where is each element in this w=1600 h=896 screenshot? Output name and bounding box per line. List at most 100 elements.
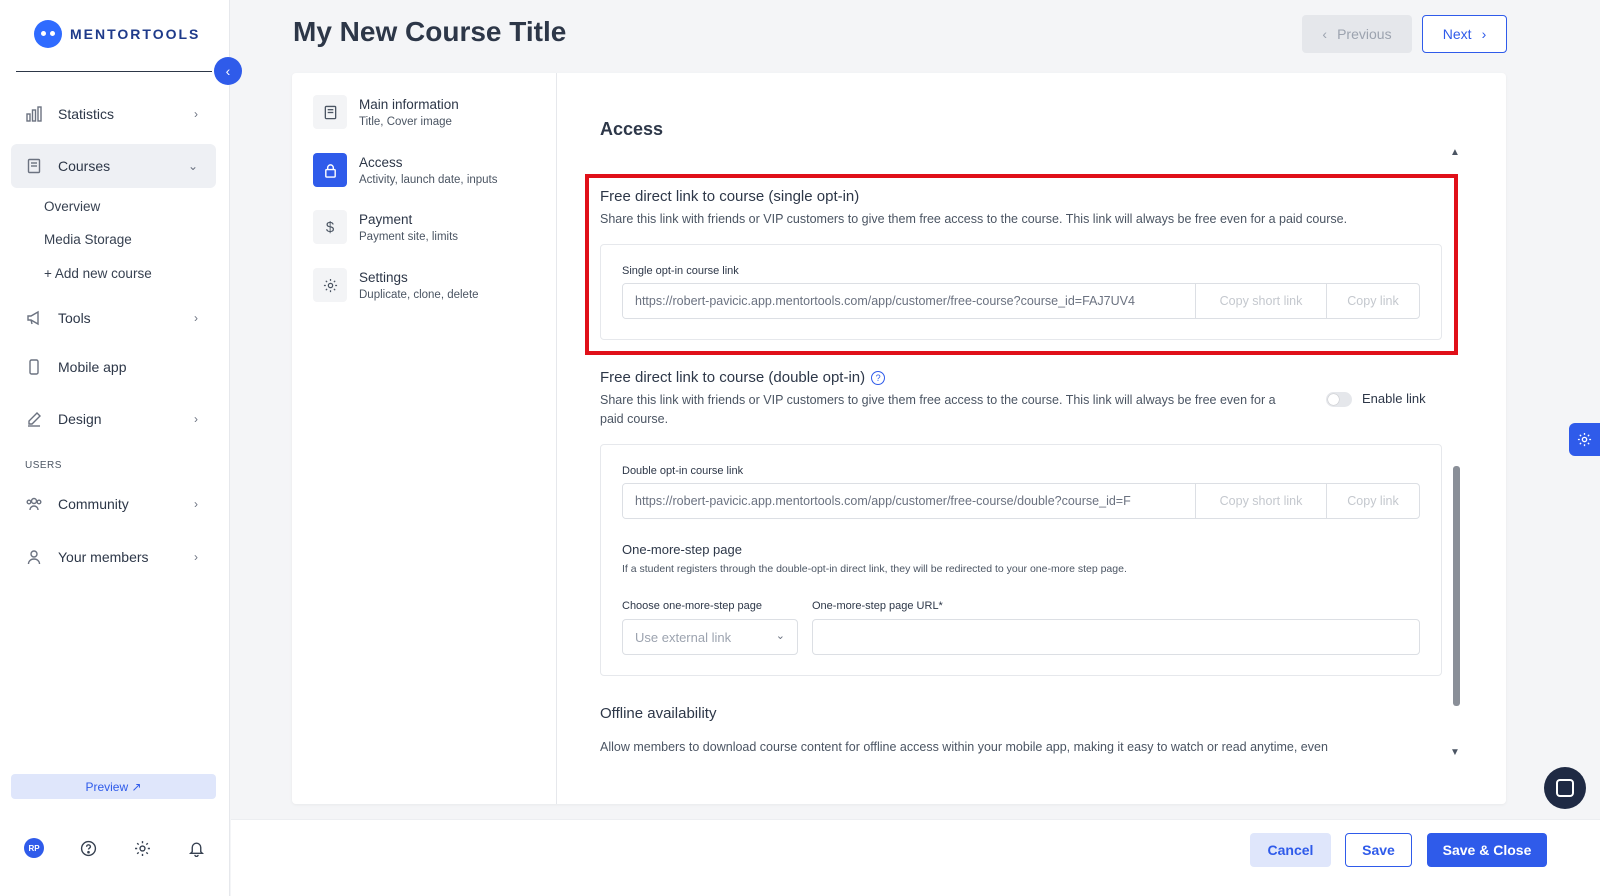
avatar[interactable]: RP xyxy=(24,838,44,858)
gear-icon xyxy=(313,268,347,302)
chevron-right-icon: › xyxy=(194,412,198,426)
step-title: Main information xyxy=(359,97,459,112)
bell-icon[interactable] xyxy=(186,838,206,858)
double-optin-link-group: https://robert-pavicic.app.mentortools.c… xyxy=(622,483,1420,519)
one-more-step-select[interactable]: Use external link ⌄ xyxy=(622,619,798,655)
sidebar-subitem-media-storage[interactable]: Media Storage xyxy=(44,232,132,247)
section-label-users: USERS xyxy=(25,460,62,471)
next-label: Next xyxy=(1442,26,1472,42)
sidebar-item-label: Design xyxy=(58,411,102,427)
save-close-button[interactable]: Save & Close xyxy=(1427,833,1547,867)
select-value: Use external link xyxy=(635,629,732,645)
one-more-step-url-input[interactable] xyxy=(812,619,1420,655)
brand-logo[interactable]: MENTORTOOLS xyxy=(34,20,200,48)
step-navigation: Main information Title, Cover image Acce… xyxy=(292,73,557,804)
next-button[interactable]: Next › xyxy=(1422,15,1507,53)
bar-chart-icon xyxy=(25,105,43,123)
page-url-label: One-more-step page URL* xyxy=(812,600,943,612)
sidebar-item-label: Community xyxy=(58,496,129,512)
previous-label: Previous xyxy=(1337,26,1392,42)
step-settings[interactable]: Settings Duplicate, clone, delete xyxy=(313,268,479,302)
sidebar-subitem-add-course[interactable]: + Add new course xyxy=(44,266,152,281)
chevron-right-icon: › xyxy=(194,107,198,121)
people-icon xyxy=(25,495,43,513)
step-subtitle: Duplicate, clone, delete xyxy=(359,289,479,301)
sidebar: MENTORTOOLS Statistics › Courses ⌄ Overv… xyxy=(0,0,230,896)
chevron-right-icon: › xyxy=(194,497,198,511)
book-icon xyxy=(313,95,347,129)
step-subtitle: Activity, launch date, inputs xyxy=(359,174,498,186)
enable-link-label: Enable link xyxy=(1362,391,1426,406)
dollar-icon: $ xyxy=(313,210,347,244)
step-subtitle: Payment site, limits xyxy=(359,231,459,243)
double-optin-description: Share this link with friends or VIP cust… xyxy=(600,393,1276,426)
sidebar-item-design[interactable]: Design › xyxy=(11,397,216,441)
enable-link-toggle[interactable] xyxy=(1326,392,1352,407)
sidebar-item-community[interactable]: Community › xyxy=(11,482,216,526)
lock-icon xyxy=(313,153,347,187)
scroll-up-icon[interactable]: ▲ xyxy=(1450,147,1460,158)
sidebar-item-statistics[interactable]: Statistics › xyxy=(11,92,216,136)
one-more-step-description: If a student registers through the doubl… xyxy=(622,563,1127,575)
user-icon xyxy=(25,548,43,566)
save-button[interactable]: Save xyxy=(1345,833,1412,867)
collapse-sidebar-button[interactable]: ‹ xyxy=(214,57,242,85)
one-more-step-title: One-more-step page xyxy=(622,542,742,557)
chevron-right-icon: › xyxy=(194,311,198,325)
chat-icon xyxy=(1556,779,1574,797)
sidebar-item-your-members[interactable]: Your members › xyxy=(11,535,216,579)
highlight-frame xyxy=(585,174,1458,355)
double-optin-title: Free direct link to course (double opt-i… xyxy=(600,369,886,386)
sidebar-item-tools[interactable]: Tools › xyxy=(11,296,216,340)
choose-page-label: Choose one-more-step page xyxy=(622,600,763,612)
book-icon xyxy=(25,157,43,175)
sidebar-subitem-overview[interactable]: Overview xyxy=(44,199,100,214)
step-subtitle: Title, Cover image xyxy=(359,116,452,128)
double-optin-link-input[interactable]: https://robert-pavicic.app.mentortools.c… xyxy=(623,484,1195,518)
sidebar-item-label: Statistics xyxy=(58,106,115,122)
step-title: Settings xyxy=(359,270,408,285)
step-main-information[interactable]: Main information Title, Cover image xyxy=(313,95,459,129)
offline-description: Allow members to download course content… xyxy=(600,740,1328,754)
double-optin-title-text: Free direct link to course (double opt-i… xyxy=(600,369,866,386)
step-payment[interactable]: $ Payment Payment site, limits xyxy=(313,210,458,244)
preview-button[interactable]: Preview ↗ xyxy=(11,774,216,799)
copy-short-link-button[interactable]: Copy short link xyxy=(1195,484,1326,518)
sidebar-bottom-bar: RP xyxy=(24,838,206,858)
sidebar-item-mobile-app[interactable]: Mobile app xyxy=(11,345,216,389)
chevron-down-icon: ⌄ xyxy=(187,159,198,173)
brand-name: MENTORTOOLS xyxy=(70,26,201,42)
help-icon[interactable] xyxy=(78,838,98,858)
sidebar-item-courses[interactable]: Courses ⌄ xyxy=(11,144,216,188)
megaphone-icon xyxy=(25,309,43,327)
course-editor-card: Main information Title, Cover image Acce… xyxy=(292,73,1506,804)
chevron-down-icon: ⌄ xyxy=(775,630,785,642)
chat-launcher-button[interactable] xyxy=(1544,767,1586,809)
chevron-right-icon: › xyxy=(194,550,198,564)
double-optin-label: Double opt-in course link xyxy=(622,465,744,477)
question-icon[interactable]: ? xyxy=(871,371,886,385)
divider xyxy=(16,71,212,72)
logo-icon xyxy=(34,20,62,48)
section-title: Access xyxy=(600,119,664,139)
gear-icon[interactable] xyxy=(132,838,152,858)
scroll-down-icon[interactable]: ▼ xyxy=(1450,747,1460,758)
settings-panel-toggle[interactable] xyxy=(1569,423,1600,456)
previous-button[interactable]: ‹ Previous xyxy=(1302,15,1412,53)
offline-title: Offline availability xyxy=(600,705,717,722)
copy-link-button[interactable]: Copy link xyxy=(1326,484,1419,518)
phone-icon xyxy=(25,358,43,376)
gear-icon xyxy=(1577,432,1592,447)
sidebar-item-label: Tools xyxy=(58,310,91,326)
sidebar-item-label: Your members xyxy=(58,549,149,565)
chevron-right-icon: › xyxy=(1481,26,1487,42)
step-title: Access xyxy=(359,155,403,170)
cancel-button[interactable]: Cancel xyxy=(1250,833,1331,867)
chevron-left-icon: ‹ xyxy=(1322,26,1328,42)
double-optin-box: Double opt-in course link https://robert… xyxy=(600,444,1442,676)
sidebar-item-label: Mobile app xyxy=(58,359,127,375)
sidebar-item-label: Courses xyxy=(58,158,111,174)
step-title: Payment xyxy=(359,212,413,227)
scrollbar-thumb[interactable] xyxy=(1453,466,1460,706)
step-access[interactable]: Access Activity, launch date, inputs xyxy=(313,153,498,187)
